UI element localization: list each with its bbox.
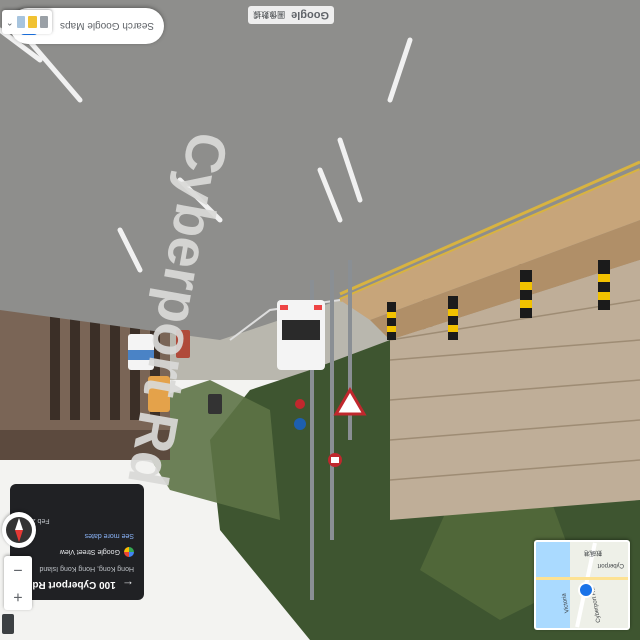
see-more-dates-link[interactable]: See more dates bbox=[20, 532, 134, 539]
minimap-label: 數碼港 bbox=[583, 549, 602, 555]
zoom-control[interactable]: + − bbox=[4, 556, 32, 610]
place-title: 100 Cyberport Rd bbox=[32, 579, 116, 591]
plus-icon[interactable]: + bbox=[13, 588, 22, 606]
minimap-road-secondary bbox=[536, 577, 628, 580]
attribution-text[interactable]: 圖像數據 bbox=[253, 10, 285, 21]
search-input[interactable]: Search Google Maps bbox=[59, 21, 154, 32]
street-view-viewport[interactable]: Cyberport Rd Google 圖像數據 Search Google M… bbox=[0, 0, 640, 640]
capture-date: Feb 2024 bbox=[20, 517, 50, 524]
street-view-logo-icon bbox=[124, 547, 134, 557]
chevron-icon[interactable]: ⌃ bbox=[6, 17, 14, 28]
minimap[interactable]: Cyberport 數碼港 Cyberport Rd Victoria bbox=[534, 540, 630, 630]
arrow-left-icon[interactable]: ← bbox=[122, 578, 134, 592]
layer-thumb[interactable] bbox=[28, 16, 37, 28]
source-label: Google Street View bbox=[59, 548, 120, 556]
layer-thumb[interactable] bbox=[16, 16, 26, 28]
location-marker-icon bbox=[578, 582, 594, 598]
expand-icon[interactable] bbox=[2, 614, 14, 634]
attribution: Google 圖像數據 bbox=[248, 6, 334, 24]
minus-icon[interactable]: − bbox=[13, 561, 22, 579]
layer-thumbnails[interactable]: ⌃ bbox=[2, 10, 52, 34]
google-logo: Google bbox=[291, 9, 329, 21]
compass-icon[interactable] bbox=[2, 512, 36, 548]
place-subtitle: Hong Kong, Hong Kong Island bbox=[39, 565, 134, 572]
layer-thumb[interactable] bbox=[39, 16, 48, 28]
minimap-water bbox=[534, 542, 570, 628]
minimap-label: Cyberport bbox=[597, 562, 624, 568]
